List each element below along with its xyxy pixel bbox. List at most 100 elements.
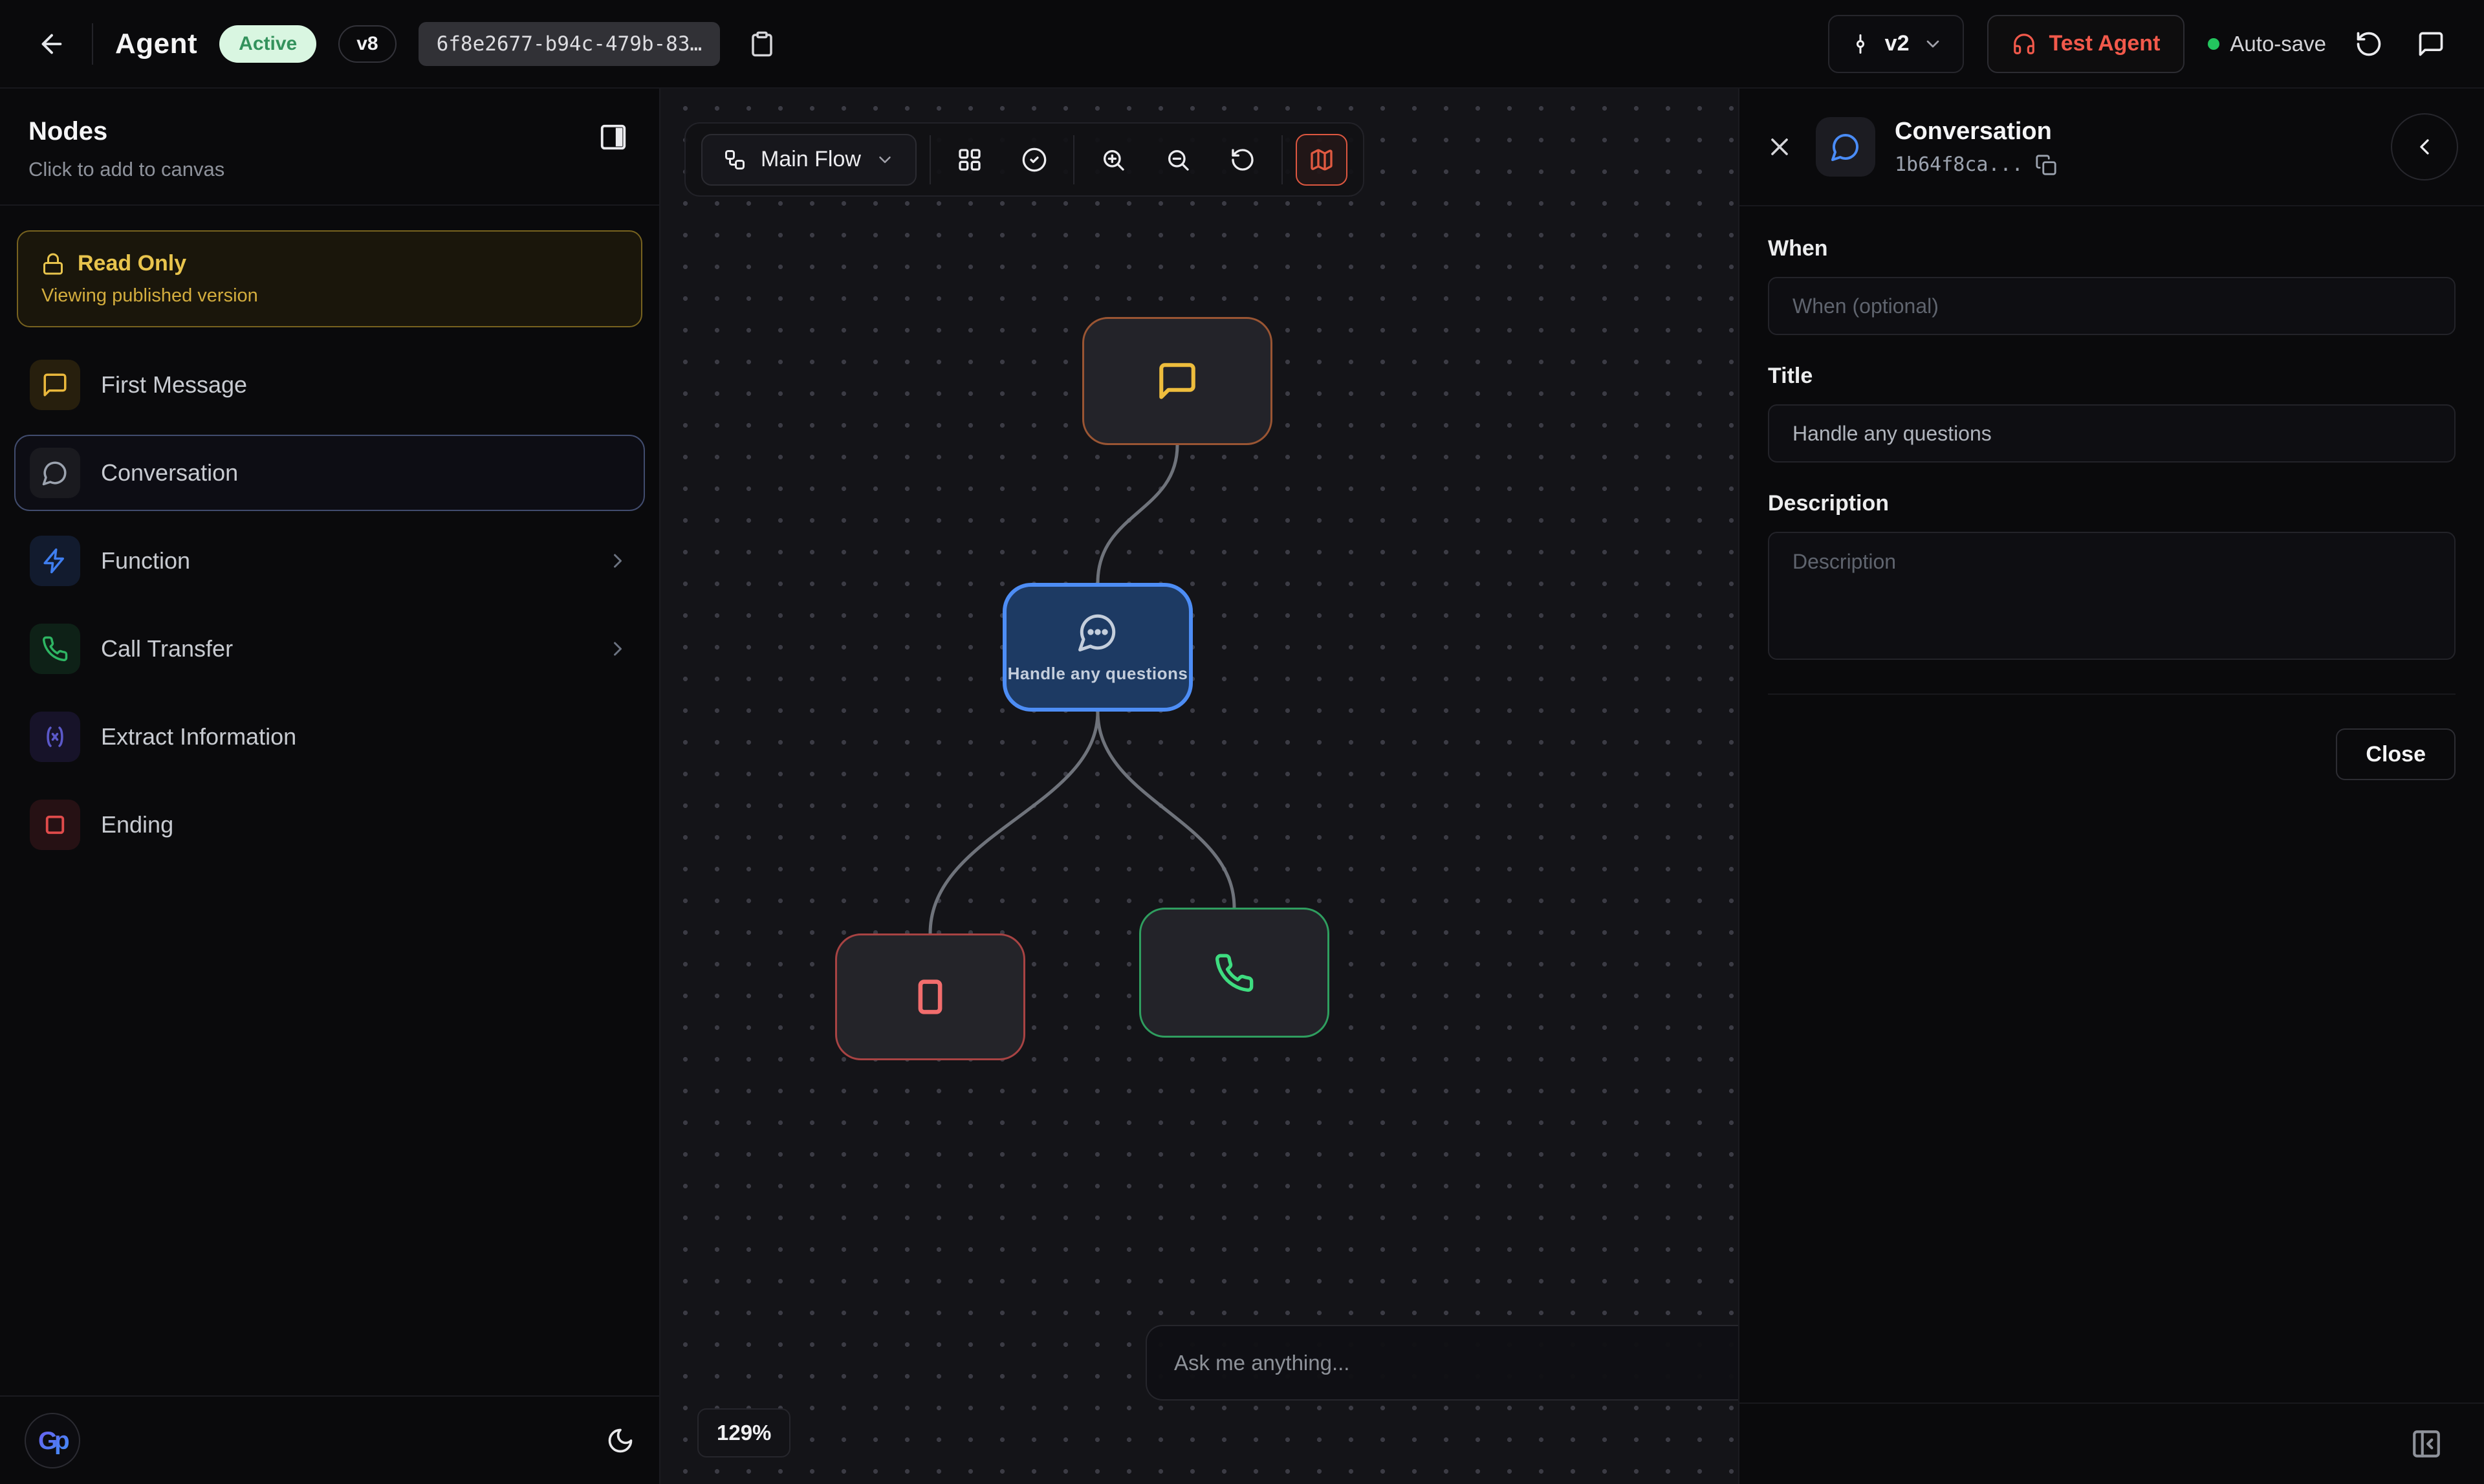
feedback-button[interactable]: [2412, 25, 2450, 63]
sidebar-toggle-button[interactable]: [598, 122, 628, 152]
panel-right-icon: [598, 122, 628, 152]
sidebar-item-ending[interactable]: Ending: [14, 787, 645, 863]
panel-titles: Conversation 1b64f8ca...: [1895, 118, 2057, 176]
title-label: Title: [1768, 364, 2456, 389]
node-first-message[interactable]: [1082, 317, 1272, 445]
panel-close-x-button[interactable]: [1765, 133, 1794, 161]
layout-grid-icon: [957, 147, 983, 173]
message-square-icon: [1156, 360, 1199, 402]
topbar-left: Agent Active v8 6f8e2677-b94c-479b-83…: [34, 22, 776, 66]
zoom-in-button[interactable]: [1087, 134, 1139, 186]
validate-flow-button[interactable]: [1008, 134, 1060, 186]
chevron-down-icon: [875, 150, 895, 169]
git-commit-icon: [1849, 32, 1872, 56]
extract-information-tile: [30, 712, 80, 762]
headphones-icon: [2012, 32, 2036, 56]
sidebar-item-extract-information[interactable]: Extract Information: [14, 699, 645, 775]
sidebar-item-label: Conversation: [101, 459, 238, 486]
title-input[interactable]: [1768, 404, 2456, 463]
topbar-right: v2 Test Agent Auto-save: [1828, 15, 2450, 73]
sidebar-item-label: Call Transfer: [101, 635, 233, 662]
chat-bubble-icon: [2417, 30, 2445, 58]
sidebar-item-conversation[interactable]: Conversation: [14, 435, 645, 511]
chevron-down-icon: [1923, 34, 1943, 54]
zoom-level-badge[interactable]: 129%: [697, 1408, 790, 1457]
close-button[interactable]: Close: [2336, 728, 2456, 780]
status-badge: Active: [219, 25, 316, 63]
panel-body: When Title Description Close: [1739, 206, 2484, 780]
lock-icon: [41, 252, 65, 276]
test-agent-label: Test Agent: [2049, 31, 2161, 56]
readonly-subtitle: Viewing published version: [41, 285, 618, 307]
svg-text:Gp: Gp: [38, 1426, 69, 1454]
zoom-out-icon: [1165, 147, 1191, 173]
when-input[interactable]: [1768, 277, 2456, 335]
back-button[interactable]: [34, 26, 70, 62]
panel-title: Conversation: [1895, 118, 2057, 146]
flow-select-label: Main Flow: [761, 147, 861, 172]
workflow-icon: [723, 148, 746, 171]
sidebar-item-first-message[interactable]: First Message: [14, 347, 645, 423]
chat-bubble-icon: [1830, 131, 1861, 162]
rotate-ccw-icon: [1230, 147, 1256, 173]
canvas-toolbar: Main Flow: [684, 122, 1364, 197]
panel-left-close-icon: [2410, 1428, 2443, 1460]
version-badge: v8: [338, 25, 396, 63]
autosave-status-dot: [2208, 38, 2219, 50]
panel-header: Conversation 1b64f8ca...: [1739, 89, 2484, 206]
agent-id-chip[interactable]: 6f8e2677-b94c-479b-83…: [419, 22, 721, 66]
flow-edges: [660, 89, 1738, 1484]
sidebar-footer: Gp: [0, 1395, 659, 1484]
copy-icon: [2035, 154, 2057, 176]
version-select[interactable]: v2: [1828, 15, 1964, 73]
lightning-icon: [41, 547, 69, 574]
sidebar-item-label: Function: [101, 547, 190, 574]
moon-icon: [606, 1426, 635, 1455]
history-button[interactable]: [2349, 25, 2388, 63]
reset-view-button[interactable]: [1217, 134, 1269, 186]
map-icon: [1309, 147, 1335, 173]
sidebar-item-call-transfer[interactable]: Call Transfer: [14, 611, 645, 687]
topbar: Agent Active v8 6f8e2677-b94c-479b-83… v…: [0, 0, 2484, 89]
when-label: When: [1768, 236, 2456, 261]
ask-anything-bar: [1146, 1325, 1738, 1401]
minimap-toggle-button[interactable]: [1296, 134, 1347, 186]
circle-check-icon: [1021, 147, 1047, 173]
node-id-row: 1b64f8ca...: [1895, 153, 2057, 176]
phone-icon: [1214, 952, 1255, 994]
flow-canvas[interactable]: Main Flow: [660, 89, 1738, 1484]
sidebar-title: Nodes: [28, 117, 631, 146]
copy-agent-id-button[interactable]: [748, 30, 776, 58]
toolbar-separator: [1073, 135, 1074, 184]
node-ending[interactable]: [835, 933, 1025, 1060]
panel-collapse-button[interactable]: [2391, 113, 2458, 180]
collapse-panel-button[interactable]: [2410, 1428, 2443, 1460]
nodes-sidebar: Nodes Click to add to canvas Read Only V…: [0, 89, 660, 1484]
test-agent-button[interactable]: Test Agent: [1987, 15, 2185, 73]
description-textarea[interactable]: [1768, 532, 2456, 660]
arrow-left-icon: [37, 29, 67, 59]
ask-anything-input[interactable]: [1174, 1351, 1738, 1375]
chat-ellipsis-icon: [1076, 611, 1119, 653]
chevron-right-icon: [606, 549, 629, 573]
app-logo[interactable]: Gp: [25, 1413, 80, 1468]
copy-node-id-button[interactable]: [2035, 154, 2057, 176]
node-call-transfer[interactable]: [1139, 908, 1329, 1038]
chevron-left-icon: [2412, 134, 2437, 160]
flow-select[interactable]: Main Flow: [701, 134, 917, 186]
first-message-tile: [30, 360, 80, 410]
auto-layout-button[interactable]: [944, 134, 996, 186]
phone-icon: [41, 635, 69, 662]
clipboard-icon: [748, 30, 776, 58]
readonly-title: Read Only: [78, 251, 186, 276]
main-layout: Nodes Click to add to canvas Read Only V…: [0, 89, 2484, 1484]
panel-footer: [1739, 1402, 2484, 1484]
dark-mode-toggle[interactable]: [606, 1426, 635, 1455]
sidebar-item-function[interactable]: Function: [14, 523, 645, 599]
panel-divider: [1768, 693, 2456, 695]
node-conversation[interactable]: Handle any questions: [1003, 583, 1193, 712]
zoom-out-button[interactable]: [1152, 134, 1204, 186]
rounded-rect-icon: [909, 976, 952, 1018]
node-type-list: First Message Conversation Function: [0, 347, 659, 863]
chat-bubble-icon: [41, 459, 69, 486]
